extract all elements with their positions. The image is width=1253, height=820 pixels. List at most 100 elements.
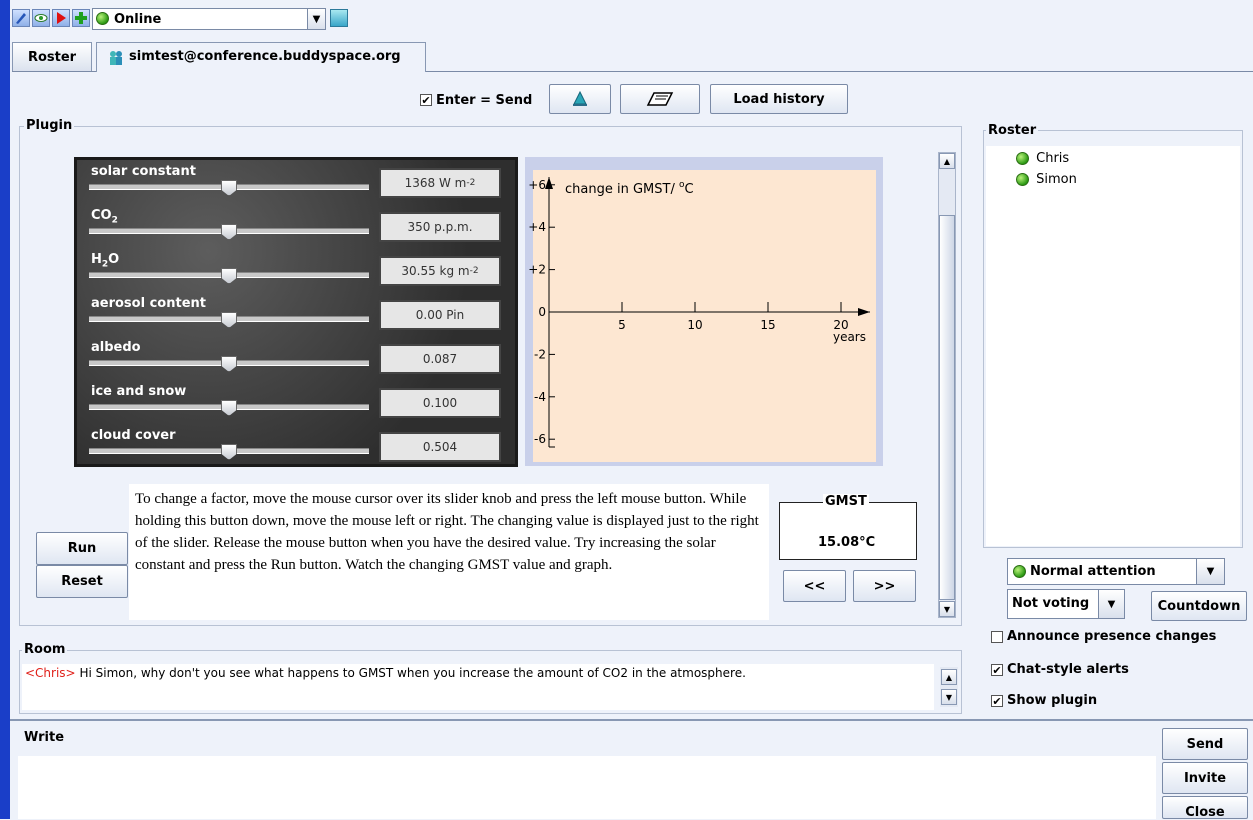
- tab-bar: Roster simtest@conference.buddyspace.org: [12, 42, 1253, 72]
- chevron-down-icon[interactable]: ▼: [1098, 590, 1124, 618]
- tab-roster[interactable]: Roster: [12, 42, 92, 71]
- room-scrollbar[interactable]: ▲ ▼: [940, 667, 958, 707]
- slider-board: solar constant 1368 W m -2 CO2 350 p.p.m. H2O…: [74, 157, 518, 467]
- roster-member[interactable]: Simon: [1016, 172, 1077, 187]
- slider-value: 0.504: [379, 432, 501, 462]
- edit-icon[interactable]: [12, 9, 30, 27]
- message-sender: <Chris>: [25, 666, 76, 680]
- voting-value: Not voting: [1012, 596, 1090, 611]
- window-icon[interactable]: [330, 9, 348, 27]
- send-button[interactable]: Send: [1162, 728, 1248, 760]
- tab-conference[interactable]: simtest@conference.buddyspace.org: [96, 42, 426, 72]
- slider-label: aerosol content: [91, 296, 206, 311]
- y-tick-label: +4: [528, 220, 546, 234]
- status-select[interactable]: Online ▼: [92, 8, 326, 30]
- room-title: Room: [22, 642, 68, 657]
- online-status-icon: [1016, 173, 1029, 186]
- voting-select[interactable]: Not voting ▼: [1007, 589, 1125, 619]
- prev-label: <<: [803, 578, 826, 594]
- attention-value: Normal attention: [1030, 564, 1156, 579]
- slider-knob[interactable]: [221, 356, 237, 372]
- play-icon[interactable]: [52, 9, 70, 27]
- x-tick-label: 15: [760, 318, 775, 332]
- chevron-down-icon[interactable]: ▼: [307, 9, 325, 29]
- slider-knob[interactable]: [221, 312, 237, 328]
- plugin-scrollbar[interactable]: ▲ ▼: [938, 152, 956, 618]
- countdown-label: Countdown: [1157, 598, 1241, 614]
- online-status-icon: [96, 12, 109, 25]
- slider-knob[interactable]: [221, 180, 237, 196]
- eye-icon[interactable]: [32, 9, 50, 27]
- member-name: Chris: [1036, 151, 1070, 166]
- tab-roster-label: Roster: [27, 49, 77, 65]
- invite-button[interactable]: Invite: [1162, 762, 1248, 794]
- attention-select[interactable]: Normal attention ▼: [1007, 558, 1225, 585]
- window-left-edge: [0, 0, 10, 819]
- slider-label: CO2: [91, 208, 118, 226]
- online-status-icon: [1016, 152, 1029, 165]
- scroll-down-button[interactable]: ▼: [939, 601, 955, 617]
- message-text: Hi Simon, why don't you see what happens…: [75, 666, 746, 680]
- write-separator: [10, 719, 1253, 721]
- chevron-down-icon[interactable]: ▼: [1196, 559, 1224, 584]
- close-label: Close: [1185, 805, 1225, 820]
- next-label: >>: [873, 578, 896, 594]
- close-button[interactable]: Close: [1162, 796, 1248, 820]
- history-book-button[interactable]: [620, 84, 700, 114]
- scroll-thumb[interactable]: [939, 215, 955, 600]
- slider-label: albedo: [91, 340, 141, 355]
- slider-knob[interactable]: [221, 268, 237, 284]
- slider-label: H2O: [91, 252, 120, 270]
- show-plugin-checkbox[interactable]: ✔ Show plugin: [991, 693, 1097, 708]
- slider-knob[interactable]: [221, 444, 237, 460]
- y-tick-label: -6: [534, 432, 546, 446]
- attention-status-icon: [1013, 565, 1026, 578]
- send-label: Send: [1186, 736, 1224, 752]
- prev-button[interactable]: <<: [783, 570, 846, 602]
- slider-value: 0.100: [379, 388, 501, 418]
- load-history-button[interactable]: Load history: [710, 84, 848, 114]
- run-button[interactable]: Run: [36, 532, 128, 565]
- show-plugin-label: Show plugin: [1007, 693, 1098, 708]
- announce-label: Announce presence changes: [1007, 629, 1217, 644]
- scroll-up-button[interactable]: ▲: [939, 153, 955, 169]
- sound-button[interactable]: [549, 84, 611, 114]
- message-input[interactable]: [18, 756, 1156, 819]
- gmst-graph: change in GMST/ oC +6 +4 +2 0 -2 -4 -6 5 10 15 20 ye…: [525, 157, 883, 466]
- gmst-graph-svg: change in GMST/ oC+6+4+20-2-4-65 10 15 20ye…: [528, 170, 876, 462]
- member-name: Simon: [1036, 172, 1077, 187]
- reset-button[interactable]: Reset: [36, 565, 128, 598]
- gmst-title: GMST: [823, 494, 869, 509]
- chat-style-alerts-checkbox[interactable]: ✔ Chat-style alerts: [991, 662, 1129, 677]
- roster-member[interactable]: Chris: [1016, 151, 1069, 166]
- scroll-up-button[interactable]: ▲: [941, 669, 957, 685]
- slider-value: 350 p.p.m.: [379, 212, 501, 242]
- announce-presence-checkbox[interactable]: Announce presence changes: [991, 629, 1216, 644]
- next-button[interactable]: >>: [853, 570, 916, 602]
- invite-label: Invite: [1183, 770, 1227, 786]
- slider-knob[interactable]: [221, 224, 237, 240]
- plugin-title: Plugin: [24, 118, 75, 133]
- gmst-box: [779, 502, 917, 560]
- add-icon[interactable]: [72, 9, 90, 27]
- enter-send-checkbox[interactable]: ✔ Enter = Send: [420, 90, 532, 110]
- room-messages: <Chris> Hi Simon, why don't you see what…: [22, 664, 934, 710]
- slider-value: 1368 W m -2: [379, 168, 501, 198]
- countdown-button[interactable]: Countdown: [1151, 591, 1247, 621]
- instructions-text: To change a factor, move the mouse curso…: [129, 484, 769, 620]
- enter-send-check-icon: ✔: [420, 94, 432, 107]
- scroll-down-button[interactable]: ▼: [941, 689, 957, 705]
- roster-list: Chris Simon: [986, 146, 1240, 546]
- toolbar: Online ▼: [12, 5, 352, 33]
- chat-alerts-label: Chat-style alerts: [1007, 662, 1129, 677]
- show-plugin-check-icon: ✔: [991, 694, 1003, 708]
- slider-label: cloud cover: [91, 428, 176, 443]
- gmst-value: 15.08°C: [818, 535, 876, 550]
- y-tick-label: 0: [538, 305, 546, 319]
- graph-plot-area: [533, 170, 876, 462]
- y-tick-label: +2: [528, 263, 546, 277]
- x-axis-unit: years: [833, 330, 866, 344]
- slider-knob[interactable]: [221, 400, 237, 416]
- enter-send-label: Enter = Send: [436, 92, 533, 108]
- slider-value: 0.087: [379, 344, 501, 374]
